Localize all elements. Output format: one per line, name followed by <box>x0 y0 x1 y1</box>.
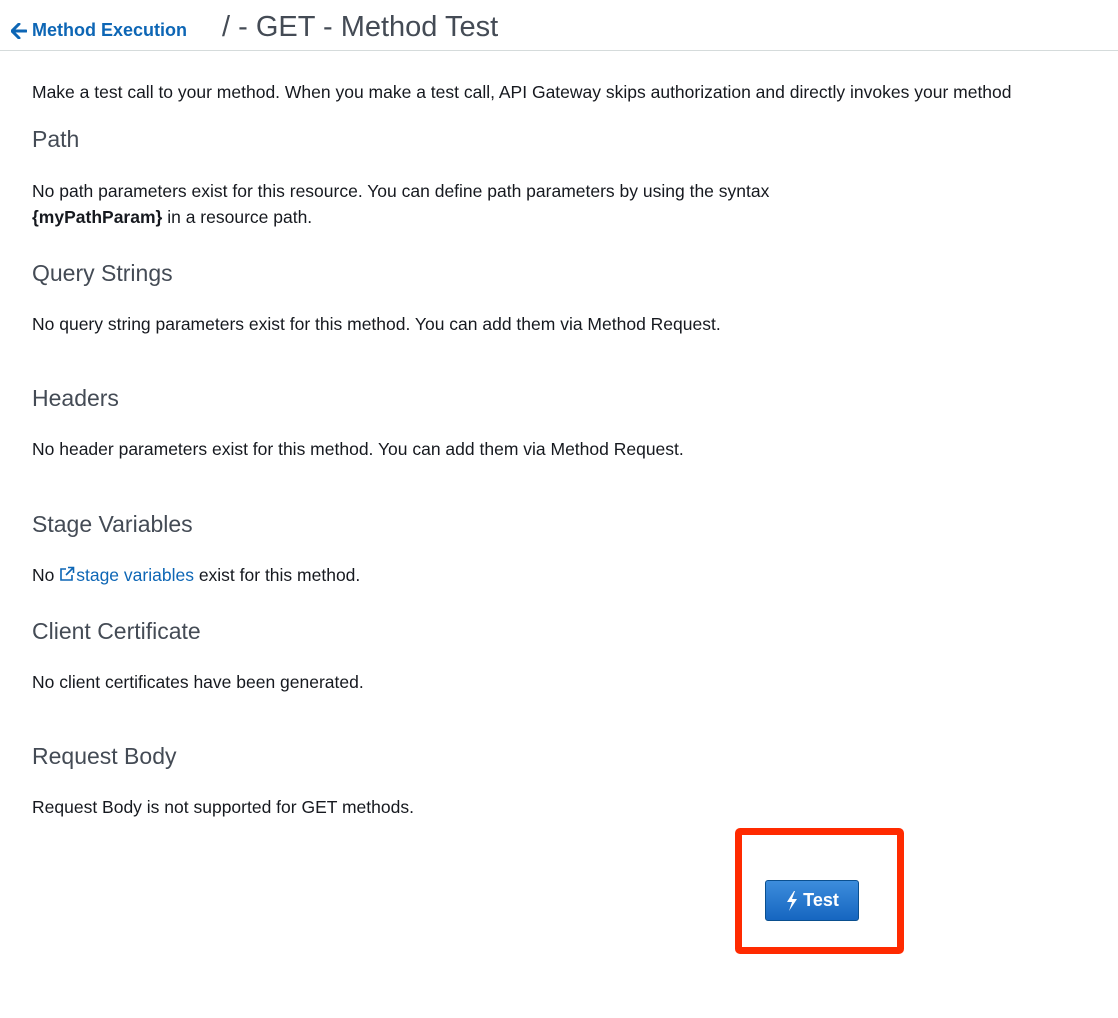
path-param-syntax: {myPathParam} <box>32 207 163 227</box>
query-strings-section-text: No query string parameters exist for thi… <box>32 314 721 334</box>
back-link-label: Method Execution <box>32 20 188 40</box>
headers-section-title: Headers <box>32 385 119 411</box>
test-button-label: Test <box>803 890 839 910</box>
stage-variables-section-title: Stage Variables <box>32 511 193 537</box>
path-text-line2: in a resource path. <box>162 207 313 227</box>
request-body-section-text: Request Body is not supported for GET me… <box>32 797 414 817</box>
test-button[interactable]: Test <box>765 880 859 921</box>
client-certificate-section-text: No client certificates have been generat… <box>32 672 364 692</box>
method-test-page: Method Execution / - GET - Method Test M… <box>0 0 1118 1018</box>
lightning-bolt-icon <box>787 890 798 911</box>
stage-variables-prefix: No <box>32 565 60 585</box>
stage-variables-link[interactable]: stage variables <box>59 565 194 585</box>
intro-text: Make a test call to your method. When yo… <box>32 82 1012 102</box>
client-certificate-section-title: Client Certificate <box>32 618 201 644</box>
method-execution-back-link[interactable]: Method Execution <box>11 20 187 41</box>
external-link-icon <box>60 566 75 581</box>
headers-section-text: No header parameters exist for this meth… <box>32 439 684 459</box>
stage-variables-link-label: stage variables <box>76 565 194 585</box>
arrow-left-icon <box>11 22 27 39</box>
path-section-title: Path <box>32 126 80 152</box>
stage-variables-suffix: exist for this method. <box>193 565 361 585</box>
path-section-text: No path parameters exist for this resour… <box>32 178 769 230</box>
page-title: / - GET - Method Test <box>222 11 499 43</box>
page-header: Method Execution / - GET - Method Test <box>0 0 1118 51</box>
request-body-section-title: Request Body <box>32 743 177 769</box>
query-strings-section-title: Query Strings <box>32 260 173 286</box>
path-text-line1: No path parameters exist for this resour… <box>32 181 770 201</box>
stage-variables-section-text: No stage variables exist for this method… <box>32 562 360 588</box>
